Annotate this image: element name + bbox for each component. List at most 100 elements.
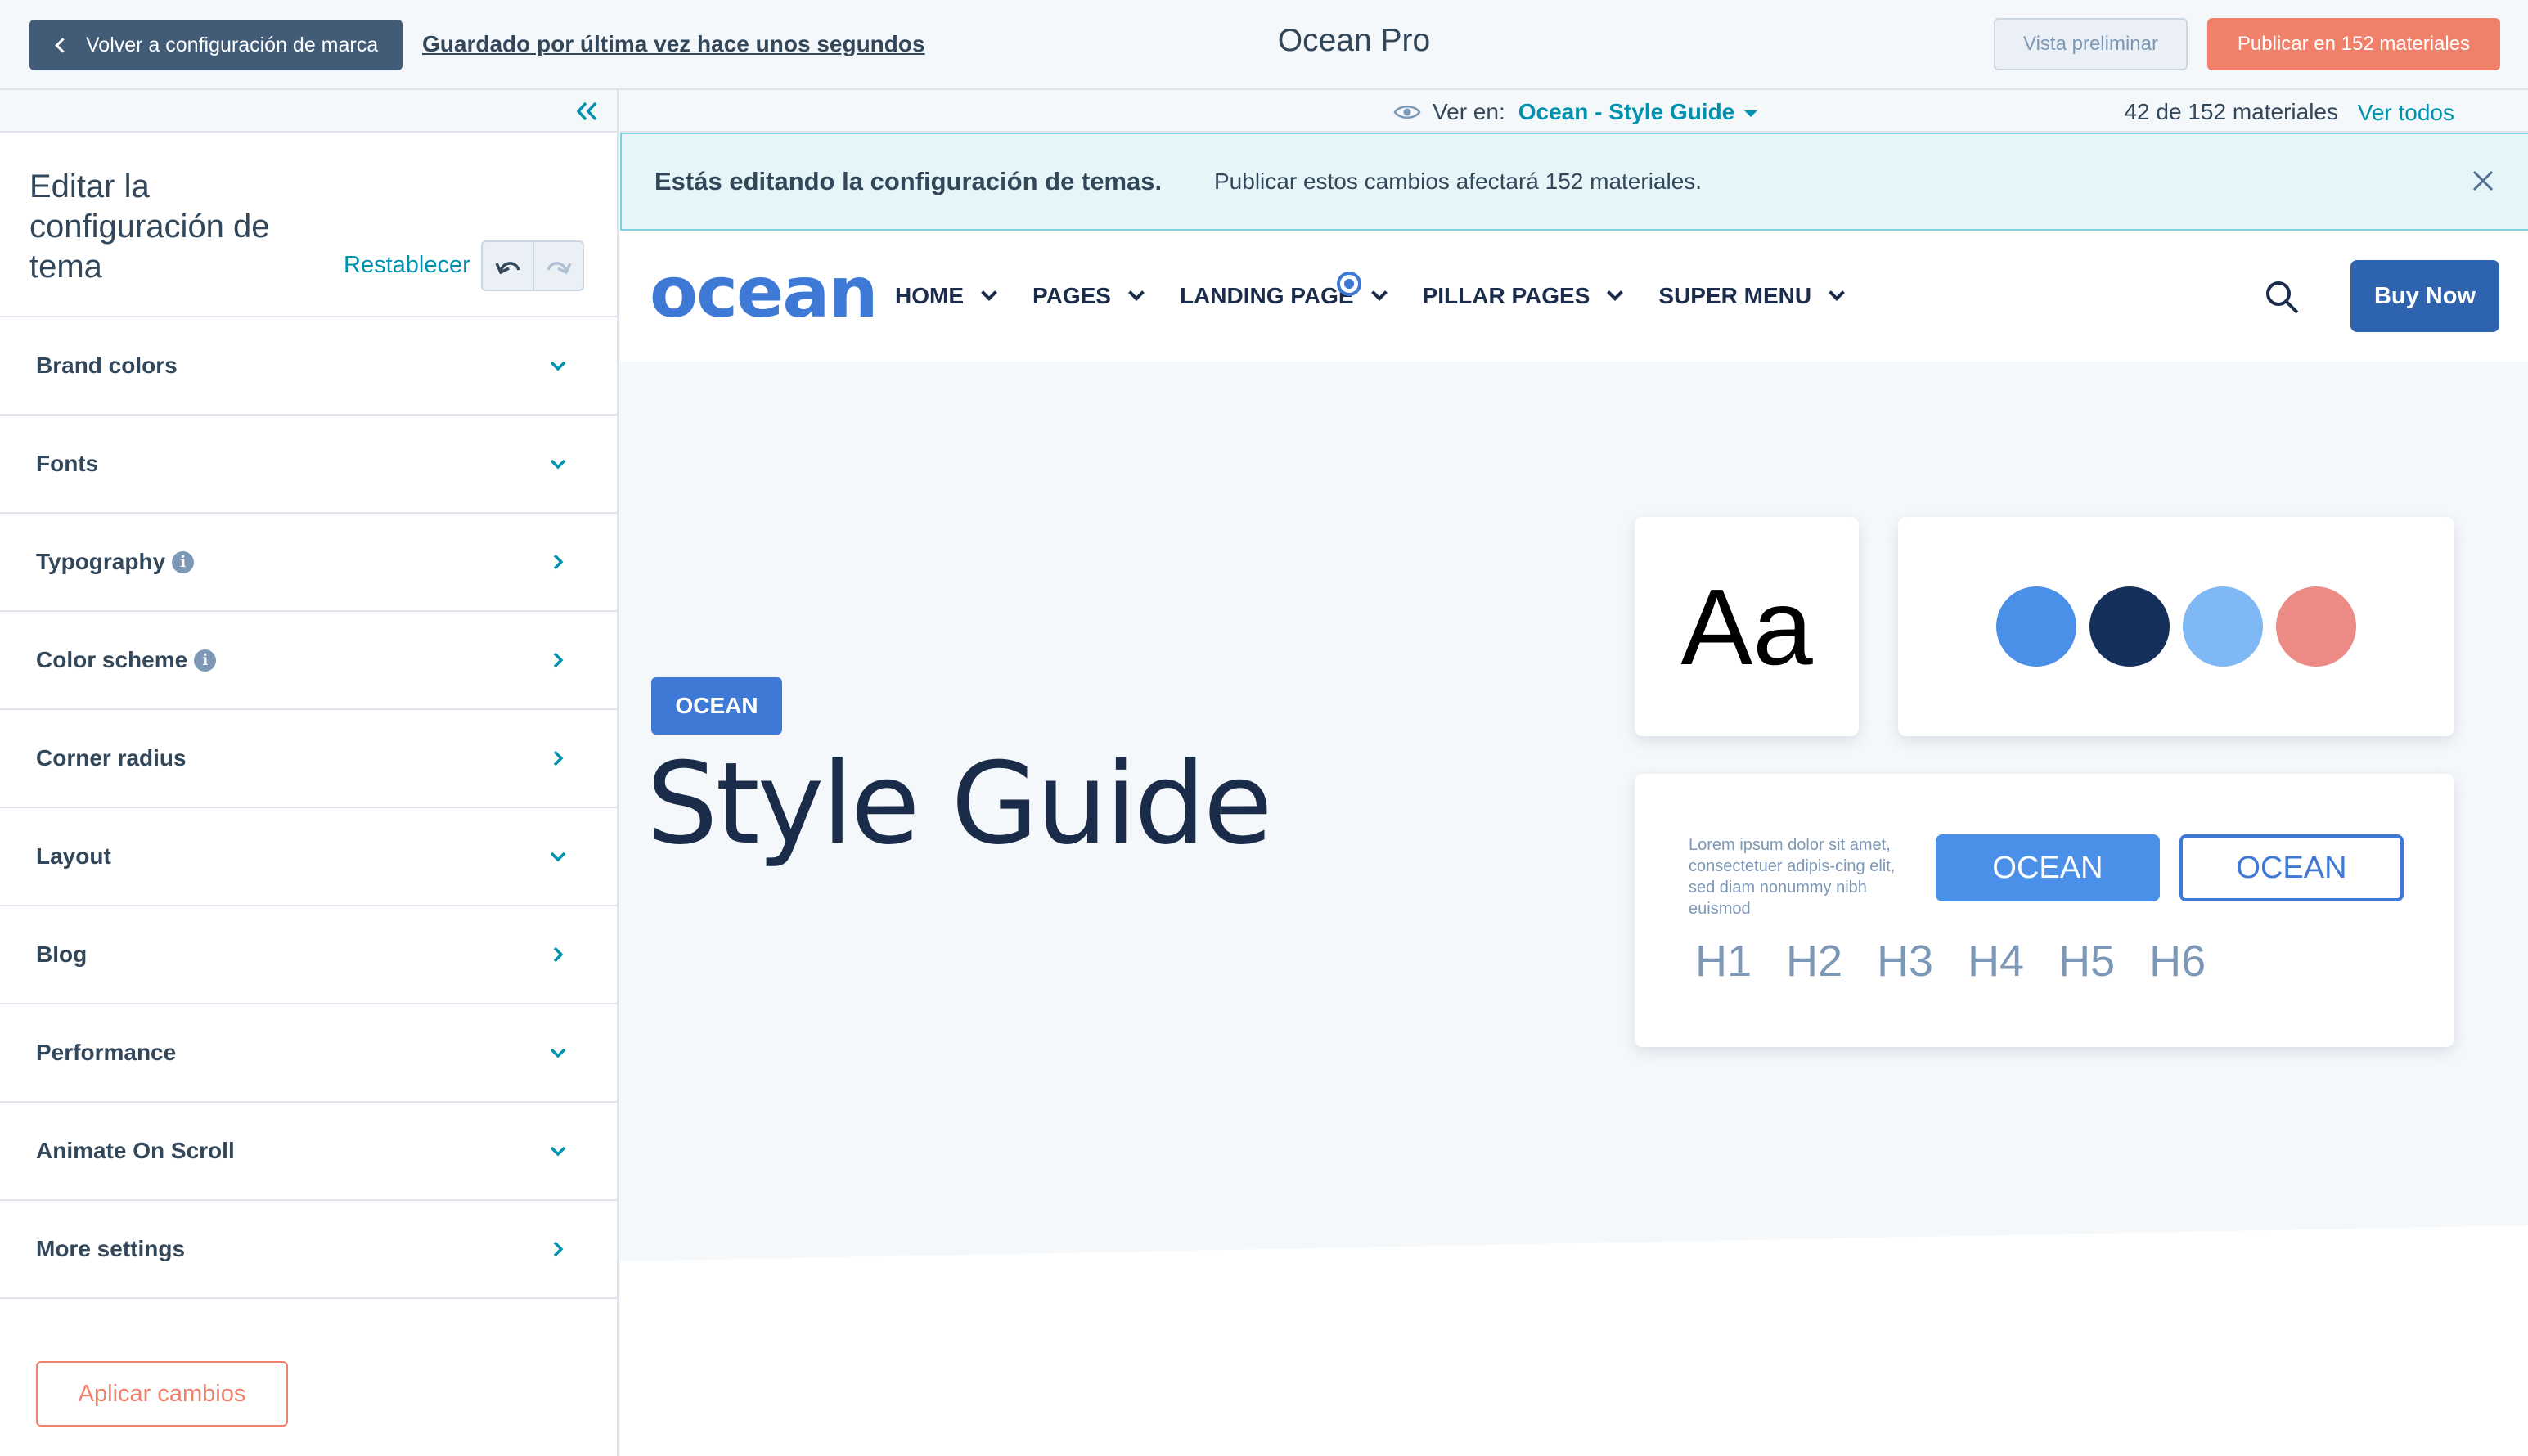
view-page-dropdown[interactable]: Ocean - Style Guide (1518, 99, 1758, 125)
redo-icon (546, 262, 572, 275)
sidebar-header: Editar la configuración de tema Restable… (0, 133, 617, 317)
settings-item-typography[interactable]: Typography i (0, 514, 617, 612)
nav-item-label: PILLAR PAGES (1422, 283, 1590, 308)
chevron-down-icon (981, 285, 997, 301)
font-sample: Aa (1680, 566, 1813, 687)
settings-item-blog[interactable]: Blog (0, 906, 617, 1004)
nav-item-super-menu[interactable]: SUPER MENU (1658, 283, 1846, 309)
back-button-label: Volver a configuración de marca (86, 33, 379, 56)
settings-item-label: Layout (36, 843, 111, 869)
preview-toolbar: Ver en: Ocean - Style Guide 42 de 152 ma… (620, 90, 2528, 133)
info-icon[interactable]: i (172, 550, 195, 573)
heading-sample: H6 (2149, 937, 2206, 986)
settings-list: Brand colors Fonts Typography i Color sc… (0, 317, 617, 1299)
nav-item-label: SUPER MENU (1658, 283, 1812, 308)
settings-item-corner-radius[interactable]: Corner radius (0, 710, 617, 808)
nav-item-home[interactable]: HOME (895, 283, 997, 309)
settings-item-label: Performance (36, 1040, 177, 1065)
nav-item-label: PAGES (1032, 283, 1111, 308)
color-palette-card (1898, 517, 2454, 736)
hero-tag: OCEAN (651, 677, 782, 735)
undo-redo-group (481, 240, 584, 291)
nav-item-pages[interactable]: PAGES (1032, 283, 1145, 309)
settings-item-more-settings[interactable]: More settings (0, 1201, 617, 1299)
settings-item-label: Blog (36, 941, 88, 967)
caret-down-icon (1744, 110, 1758, 117)
settings-item-animate-on-scroll[interactable]: Animate On Scroll (0, 1103, 617, 1201)
sidebar-collapse-bar (0, 90, 617, 133)
assets-count: 42 de 152 materiales (2124, 99, 2338, 124)
view-on-label: Ver en: (1433, 99, 1505, 124)
color-swatch (1996, 586, 2076, 667)
hero-section: OCEAN Style Guide Aa Lorem ipsum dolor s… (620, 362, 2528, 1456)
settings-item-label: Color scheme (36, 647, 188, 672)
top-bar: Volver a configuración de marca Guardado… (0, 0, 2528, 90)
primary-button-sample: OCEAN (1936, 834, 2160, 901)
info-icon[interactable]: i (194, 649, 217, 672)
color-swatch (2276, 586, 2356, 667)
secondary-button-sample: OCEAN (2179, 834, 2404, 901)
color-swatch (2183, 586, 2263, 667)
view-all-link[interactable]: Ver todos (2358, 100, 2454, 126)
hero-title: Style Guide (646, 738, 1273, 870)
preview-button[interactable]: Vista preliminar (1994, 18, 2188, 70)
heading-sample: H2 (1786, 937, 1843, 986)
theme-settings-sidebar: Editar la configuración de tema Restable… (0, 90, 619, 1456)
settings-item-layout[interactable]: Layout (0, 808, 617, 906)
settings-item-brand-colors[interactable]: Brand colors (0, 317, 617, 416)
chevron-right-icon (553, 750, 564, 766)
search-icon[interactable] (2263, 278, 2301, 316)
settings-item-label: Brand colors (36, 353, 178, 378)
view-page-dropdown-label: Ocean - Style Guide (1518, 99, 1735, 124)
heading-samples: H1 H2 H3 H4 H5 H6 (1695, 936, 2240, 986)
chevron-right-icon (553, 946, 564, 963)
cursor-indicator-icon (1337, 272, 1361, 296)
undo-button[interactable] (483, 242, 533, 290)
chevron-right-icon (553, 554, 564, 570)
chevron-down-icon (1829, 285, 1846, 301)
settings-item-color-scheme[interactable]: Color scheme i (0, 612, 617, 710)
settings-item-label: Animate On Scroll (36, 1138, 235, 1163)
heading-sample: H4 (1968, 937, 2025, 986)
nav-item-label: LANDING PAGE (1179, 283, 1354, 308)
heading-sample: H5 (2058, 937, 2116, 986)
chevron-down-icon (550, 1146, 566, 1157)
settings-item-label: More settings (36, 1236, 186, 1261)
font-sample-card: Aa (1635, 517, 1859, 736)
buy-now-button[interactable]: Buy Now (2350, 260, 2499, 332)
redo-button[interactable] (533, 242, 583, 290)
chevron-down-icon (550, 1048, 566, 1058)
heading-sample: H1 (1695, 937, 1752, 986)
chevron-right-icon (553, 1241, 564, 1257)
site-menu: HOME PAGES LANDING PAGE PILLAR PAGES SUP… (895, 283, 1880, 309)
theme-title: Ocean Pro (1277, 23, 1431, 58)
settings-item-performance[interactable]: Performance (0, 1004, 617, 1103)
color-swatch (2089, 586, 2170, 667)
site-logo[interactable]: ocean (650, 252, 879, 334)
chevron-down-icon (550, 361, 566, 371)
eye-icon (1393, 106, 1421, 119)
chevron-down-icon (1607, 285, 1624, 301)
notice-heading: Estás editando la configuración de temas… (654, 167, 1163, 195)
view-on-selector: Ver en: Ocean - Style Guide (1393, 99, 1758, 125)
sidebar-title: Editar la configuración de tema (29, 169, 270, 285)
chevron-right-icon (553, 652, 564, 668)
nav-item-pillar-pages[interactable]: PILLAR PAGES (1422, 283, 1624, 309)
chevron-down-icon (550, 852, 566, 862)
chevron-left-icon (55, 37, 70, 53)
last-saved-link[interactable]: Guardado por última vez hace unos segund… (422, 31, 925, 57)
apply-changes-button[interactable]: Aplicar cambios (36, 1361, 288, 1427)
publish-button[interactable]: Publicar en 152 materiales (2207, 18, 2500, 70)
double-chevron-left-icon[interactable] (574, 100, 601, 123)
heading-sample: H3 (1877, 937, 1934, 986)
settings-item-fonts[interactable]: Fonts (0, 416, 617, 514)
settings-item-label: Fonts (36, 451, 99, 476)
close-icon[interactable] (2471, 169, 2495, 193)
notice-text: Publicar estos cambios afectará 152 mate… (1214, 169, 1703, 194)
undo-icon (494, 262, 520, 275)
back-to-brand-settings-button[interactable]: Volver a configuración de marca (29, 20, 403, 70)
reset-link[interactable]: Restablecer (344, 252, 470, 279)
nav-item-label: HOME (895, 283, 964, 308)
chevron-down-icon (1370, 285, 1388, 301)
settings-item-label: Typography (36, 549, 166, 574)
